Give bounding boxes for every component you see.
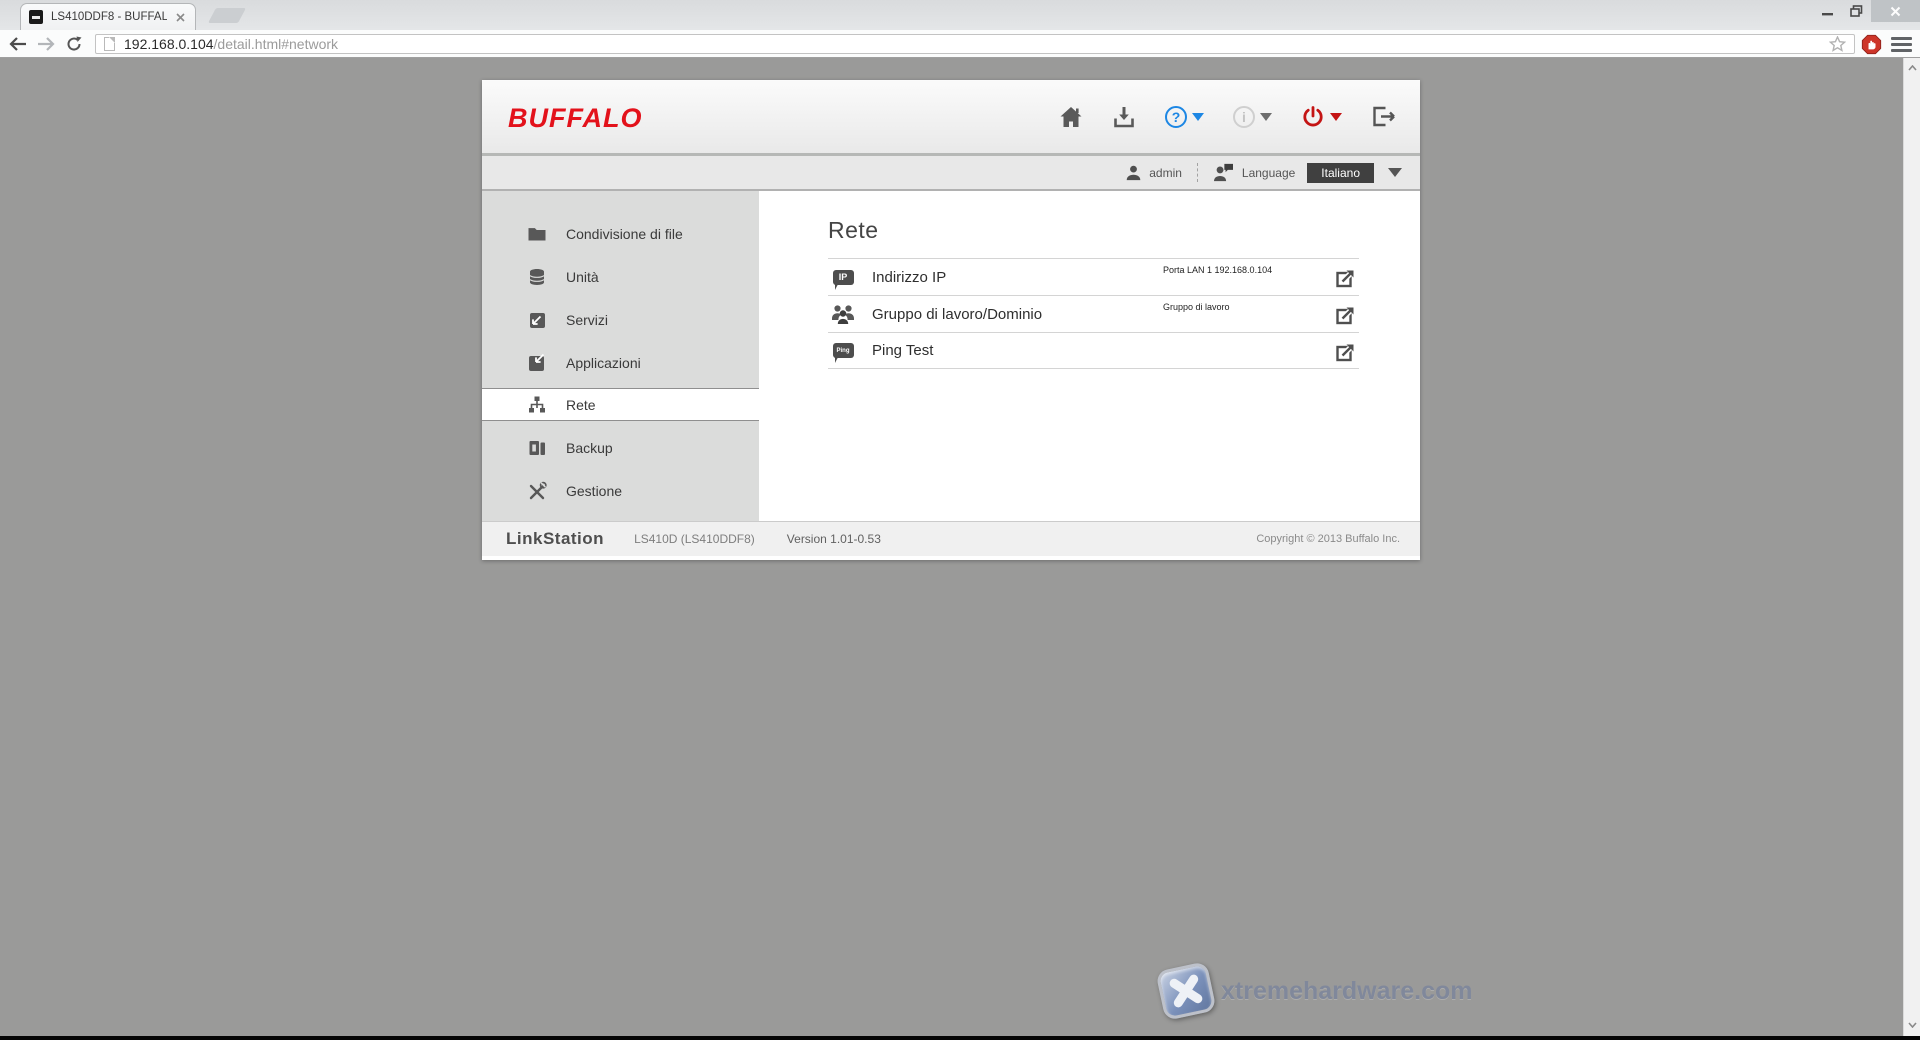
- tab-title: LS410DDF8 - BUFFALO Lin: [51, 11, 167, 23]
- help-icon: ?: [1165, 106, 1187, 128]
- power-dropdown-icon[interactable]: [1330, 113, 1342, 121]
- linkstation-logo: LinkStation: [506, 529, 604, 549]
- power-icon: [1301, 105, 1325, 129]
- url-host: 192.168.0.104: [124, 36, 214, 52]
- screen-bottom-edge: [0, 1036, 1920, 1040]
- ip-address-value: Porta LAN 1 192.168.0.104: [1163, 265, 1272, 275]
- url-text: 192.168.0.104/detail.html#network: [124, 36, 338, 52]
- xtremehardware-logo-icon: [1155, 961, 1216, 1021]
- scroll-down-icon[interactable]: [1908, 1022, 1917, 1028]
- close-icon[interactable]: [1871, 0, 1920, 22]
- user-icon: [1125, 164, 1142, 181]
- language-dropdown-icon[interactable]: [1388, 168, 1402, 177]
- open-dialog-icon[interactable]: [1335, 267, 1357, 289]
- firmware-version: Version 1.01-0.53: [787, 532, 881, 546]
- workgroup-icon: [828, 303, 858, 325]
- page-background: BUFFALO ? i: [0, 58, 1920, 1036]
- workgroup-value: Gruppo di lavoro: [1163, 302, 1230, 312]
- forward-icon[interactable]: [34, 33, 58, 54]
- network-icon: [527, 395, 547, 415]
- sidebar-item-network[interactable]: Rete: [482, 388, 759, 421]
- back-icon[interactable]: [6, 33, 30, 54]
- restore-icon[interactable]: [1842, 0, 1871, 22]
- sidebar-item-applications[interactable]: Applicazioni: [482, 341, 759, 384]
- tab-close-icon[interactable]: [174, 11, 187, 24]
- sidebar: Condivisione di file Unità Servizi Appli…: [482, 191, 759, 521]
- download-icon: [1112, 106, 1136, 128]
- tools-icon: [527, 481, 547, 501]
- download-button[interactable]: [1112, 106, 1136, 128]
- sidebar-item-backup[interactable]: Backup: [482, 426, 759, 469]
- row-ip-address[interactable]: IP Indirizzo IP Porta LAN 1 192.168.0.10…: [828, 258, 1359, 295]
- help-button[interactable]: ?: [1165, 106, 1204, 128]
- browser-titlebar: LS410DDF8 - BUFFALO Lin: [0, 0, 1920, 30]
- power-button[interactable]: [1301, 105, 1342, 129]
- page-scrollbar[interactable]: [1903, 58, 1920, 1036]
- folder-icon: [527, 224, 547, 244]
- ip-address-icon: IP: [828, 270, 858, 285]
- device-model: LS410D (LS410DDF8): [634, 532, 755, 546]
- language-value[interactable]: Italiano: [1307, 163, 1374, 183]
- main-panel: Rete IP Indirizzo IP Porta LAN 1 192.168…: [759, 191, 1420, 521]
- drive-icon: [527, 267, 547, 287]
- page-title: Rete: [828, 217, 1420, 244]
- address-bar[interactable]: 192.168.0.104/detail.html#network: [95, 34, 1855, 54]
- sidebar-item-management[interactable]: Gestione: [482, 469, 759, 512]
- menu-icon[interactable]: [1891, 37, 1912, 52]
- sidebar-item-file-sharing[interactable]: Condivisione di file: [482, 212, 759, 255]
- sidebar-item-drives[interactable]: Unità: [482, 255, 759, 298]
- services-icon: [527, 310, 547, 330]
- open-dialog-icon[interactable]: [1335, 304, 1357, 326]
- info-button[interactable]: i: [1233, 106, 1272, 128]
- header-icons: ? i: [1059, 80, 1396, 153]
- buffalo-admin-card: BUFFALO ? i: [482, 80, 1420, 560]
- row-ping-test[interactable]: Ping Ping Test: [828, 332, 1359, 369]
- browser-toolbar: 192.168.0.104/detail.html#network: [0, 30, 1920, 58]
- row-workgroup-domain[interactable]: Gruppo di lavoro/Dominio Gruppo di lavor…: [828, 295, 1359, 332]
- logged-in-user: admin: [1149, 166, 1182, 180]
- settings-list: IP Indirizzo IP Porta LAN 1 192.168.0.10…: [828, 258, 1359, 369]
- logout-button[interactable]: [1371, 105, 1396, 128]
- language-icon: [1213, 163, 1234, 182]
- sidebar-item-services[interactable]: Servizi: [482, 298, 759, 341]
- new-tab-button[interactable]: [208, 8, 246, 23]
- adblock-icon[interactable]: [1861, 34, 1882, 55]
- browser-tab[interactable]: LS410DDF8 - BUFFALO Lin: [20, 3, 196, 30]
- url-path: /detail.html#network: [214, 36, 339, 52]
- minimize-icon[interactable]: [1813, 0, 1842, 22]
- home-button[interactable]: [1059, 106, 1083, 128]
- home-icon: [1059, 106, 1083, 128]
- copyright: Copyright © 2013 Buffalo Inc.: [1256, 533, 1400, 545]
- reload-icon[interactable]: [62, 33, 86, 54]
- info-icon: i: [1233, 106, 1255, 128]
- applications-icon: [527, 353, 547, 373]
- watermark: xtremehardware.com: [1160, 966, 1473, 1016]
- open-dialog-icon[interactable]: [1335, 341, 1357, 363]
- watermark-text: xtremehardware.com: [1221, 977, 1473, 1006]
- info-dropdown-icon[interactable]: [1260, 113, 1272, 121]
- window-controls: [1813, 0, 1920, 22]
- logout-icon: [1371, 105, 1396, 128]
- divider: [1197, 163, 1198, 182]
- backup-icon: [527, 438, 547, 458]
- page-icon: [104, 37, 115, 51]
- user-bar: admin Language Italiano: [482, 156, 1420, 191]
- buffalo-logo: BUFFALO: [508, 103, 643, 134]
- help-dropdown-icon[interactable]: [1192, 113, 1204, 121]
- buffalo-favicon: [29, 10, 43, 24]
- ping-icon: Ping: [828, 343, 858, 358]
- language-label: Language: [1242, 166, 1295, 180]
- bookmark-star-icon[interactable]: [1829, 36, 1846, 52]
- card-footer: LinkStation LS410D (LS410DDF8) Version 1…: [482, 521, 1420, 556]
- scroll-up-icon[interactable]: [1908, 65, 1917, 71]
- card-header: BUFFALO ? i: [482, 80, 1420, 156]
- card-content: Condivisione di file Unità Servizi Appli…: [482, 191, 1420, 521]
